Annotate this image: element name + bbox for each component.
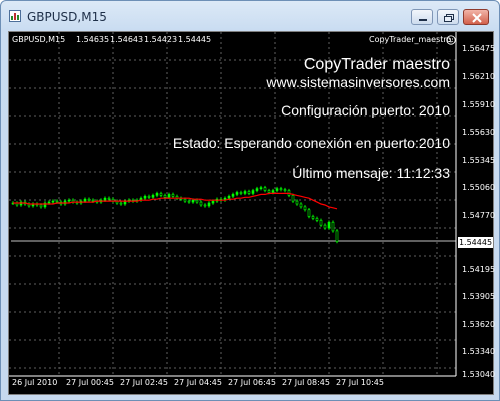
maximize-button[interactable] — [437, 9, 459, 25]
candle-body — [327, 221, 331, 229]
close-button[interactable] — [463, 9, 489, 25]
candle-body — [199, 201, 203, 206]
candle-body — [107, 197, 111, 200]
ohlc-low: 1.54423 — [144, 35, 178, 44]
last-message-text: Último mensaje: 11:12:33 — [292, 165, 450, 181]
candle-body — [163, 195, 167, 198]
candle-body — [55, 200, 59, 203]
candle-body — [267, 190, 271, 193]
chart-window-icon — [9, 10, 21, 22]
candle-body — [207, 202, 211, 207]
price-axis-label: 1.55910 — [462, 100, 496, 109]
price-axis-label: 1.53905 — [462, 292, 496, 301]
candle-body — [171, 194, 175, 197]
time-axis-label: 26 Jul 2010 — [12, 378, 58, 387]
candle-body — [119, 202, 123, 205]
title-bar[interactable]: GBPUSD,M15 — [1, 1, 499, 31]
candle-body — [227, 196, 231, 199]
website-text: www.sistemasinversores.com — [266, 74, 450, 90]
product-title: CopyTrader maestro — [303, 56, 450, 73]
candle-body — [295, 200, 299, 205]
time-axis-label: 27 Jul 00:45 — [66, 378, 114, 387]
candle-body — [243, 191, 247, 194]
candle-body — [183, 198, 187, 202]
candle-body — [259, 187, 263, 189]
price-axis-label: 1.53040 — [462, 370, 496, 379]
candle-body — [103, 197, 107, 201]
smiley-icon[interactable] — [446, 35, 456, 45]
candle-body — [299, 203, 303, 208]
candle-body — [231, 194, 235, 197]
candle-body — [263, 187, 267, 191]
expert-advisor-name[interactable]: CopyTrader_maestro — [369, 35, 451, 44]
chart-symbol: GBPUSD,M15 — [12, 35, 66, 44]
status-text: Estado: Esperando conexión en puerto:201… — [172, 135, 450, 151]
candle-body — [251, 190, 255, 194]
current-price-tag: 1.54445 — [458, 237, 493, 248]
candle-body — [323, 224, 327, 229]
candle-body — [47, 201, 51, 204]
price-axis-label: 1.55060 — [462, 183, 496, 192]
candle-body — [87, 198, 91, 201]
candle-body — [39, 204, 43, 208]
candle-body — [195, 199, 199, 203]
candle-body — [255, 188, 259, 191]
minimize-icon — [419, 19, 427, 21]
candle-body — [307, 209, 311, 217]
time-axis-label: 27 Jul 08:45 — [282, 378, 330, 387]
candle-body — [291, 195, 295, 202]
candle-body — [155, 193, 159, 196]
price-chart[interactable]: GBPUSD,M15 1.54635 1.54643 1.54423 1.544… — [8, 31, 496, 395]
candle-body — [51, 200, 55, 203]
candle-body — [275, 188, 279, 191]
config-port-text: Configuración puerto: 2010 — [281, 102, 450, 118]
close-icon — [472, 13, 482, 23]
candle-body — [315, 218, 319, 221]
candle-body — [191, 199, 195, 203]
restore-icon — [444, 14, 454, 22]
candle-body — [331, 221, 335, 232]
time-axis-label: 27 Jul 10:45 — [336, 378, 384, 387]
candle-body — [247, 191, 251, 194]
candle-body — [167, 194, 171, 198]
ohlc-close: 1.54445 — [178, 35, 212, 44]
candle-body — [159, 193, 163, 196]
time-axis-label: 27 Jul 04:45 — [174, 378, 222, 387]
candle-body — [91, 199, 95, 202]
price-axis-label: 1.56210 — [462, 72, 496, 81]
candle-body — [187, 200, 191, 203]
candle-body — [203, 204, 207, 207]
chart-window: GBPUSD,M15 GBPUSD,M15 1.54635 1.54643 1.… — [0, 0, 500, 401]
candle-body — [211, 200, 215, 204]
ohlc-high: 1.54643 — [110, 35, 144, 44]
candles-layer — [11, 185, 339, 244]
price-axis-label: 1.53340 — [462, 347, 496, 356]
moving-average-line — [13, 192, 338, 210]
candle-body — [335, 230, 339, 242]
candle-body — [239, 192, 243, 194]
price-axis-label: 1.54195 — [462, 265, 496, 274]
candle-body — [235, 192, 239, 195]
candle-body — [279, 188, 283, 190]
price-axis-label: 1.56475 — [462, 44, 496, 53]
candle-body — [147, 196, 151, 198]
window-title: GBPUSD,M15 — [27, 10, 107, 24]
price-axis-label: 1.55630 — [462, 128, 496, 137]
price-axis-label: 1.55345 — [462, 156, 496, 165]
candle-body — [67, 199, 71, 202]
minimize-button[interactable] — [411, 9, 433, 25]
candle-body — [319, 220, 323, 226]
candle-body — [83, 198, 87, 202]
price-axis-label: 1.53620 — [462, 320, 496, 329]
candle-body — [283, 189, 287, 191]
candle-body — [151, 195, 155, 198]
time-axis-label: 27 Jul 02:45 — [120, 378, 168, 387]
candle-body — [311, 216, 315, 219]
candle-body — [143, 196, 147, 199]
time-axis-label: 27 Jul 06:45 — [228, 378, 276, 387]
ohlc-open: 1.54635 — [76, 35, 110, 44]
candle-body — [303, 206, 307, 211]
candle-body — [271, 190, 275, 193]
price-axis-label: 1.54770 — [462, 211, 496, 220]
